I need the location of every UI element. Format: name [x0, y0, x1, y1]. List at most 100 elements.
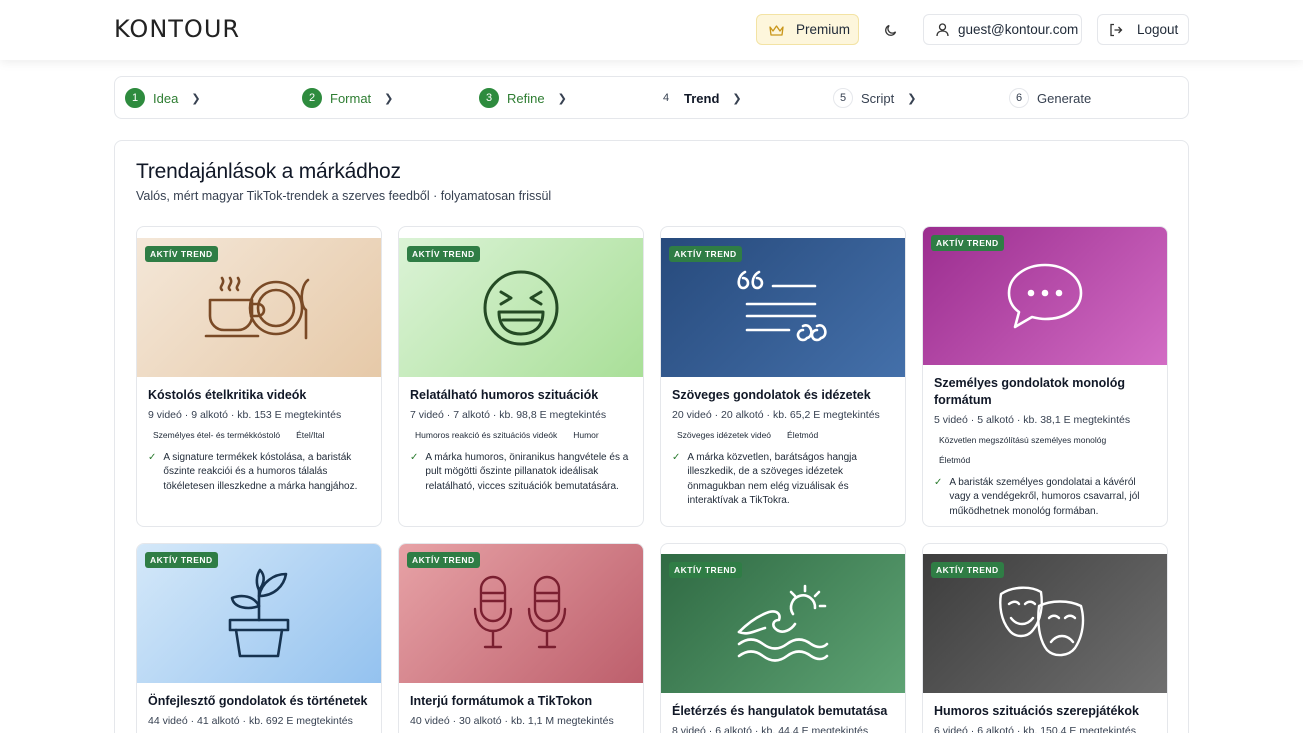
trend-tag: Életmód — [782, 427, 824, 443]
trend-card-title: Humoros szituációs szerepjátékok — [934, 704, 1139, 718]
trend-card-meta: 44 videó · 41 alkotó · kb. 692 E megteki… — [148, 715, 353, 727]
trend-tag: Humoros reakció és szituációs videók — [410, 427, 563, 443]
theater-masks-icon — [999, 586, 1085, 656]
trend-card-image: AKTÍV TREND — [661, 554, 905, 693]
logout-button[interactable]: Logout — [1097, 14, 1189, 45]
logout-icon — [1110, 23, 1123, 36]
step-number: 5 — [833, 88, 853, 108]
active-trend-badge: AKTÍV TREND — [669, 246, 742, 262]
laughing-face-icon — [483, 270, 559, 345]
trend-card-image: AKTÍV TREND — [661, 238, 905, 377]
trend-card[interactable]: AKTÍV TREND Önfejlesztő gondolatok és tö… — [136, 543, 382, 733]
trend-card[interactable]: AKTÍV TREND Humoros szituációs szerepját… — [922, 543, 1168, 733]
step-label: Generate — [1037, 90, 1092, 106]
step-trend[interactable]: 4 Trend ❯ — [656, 87, 742, 109]
step-number: 1 — [125, 88, 145, 108]
trend-card-title: Kóstolós ételkritika videók — [148, 388, 307, 402]
trend-card-description: ✓ A signature termékek kóstolása, a bari… — [148, 451, 370, 494]
trend-card-tags: Személyes étel- és termékkóstoló Étel/It… — [148, 427, 370, 443]
chevron-right-icon: ❯ — [907, 92, 917, 105]
kontour-logo[interactable]: KONTOUR — [114, 15, 240, 43]
trend-card-meta: 20 videó · 20 alkotó · kb. 65,2 E megtek… — [672, 409, 880, 421]
trend-card-image: AKTÍV TREND — [923, 227, 1167, 365]
trend-card-tags: Humoros reakció és szituációs videók Hum… — [410, 427, 632, 443]
trend-card-meta: 8 videó · 6 alkotó · kb. 44,4 E megtekin… — [672, 725, 869, 733]
active-trend-badge: AKTÍV TREND — [931, 562, 1004, 578]
premium-label: Premium — [796, 22, 851, 37]
active-trend-badge: AKTÍV TREND — [145, 552, 218, 568]
step-script[interactable]: 5 Script ❯ — [833, 87, 916, 109]
step-label: Script — [861, 90, 895, 106]
trend-tag: Személyes étel- és termékkóstoló — [148, 427, 286, 443]
trend-card-title: Interjú formátumok a TikTokon — [410, 694, 593, 708]
step-label: Refine — [507, 90, 545, 106]
trend-card[interactable]: AKTÍV TREND Kóstolós ételkritika videók … — [136, 226, 382, 527]
check-icon: ✓ — [672, 452, 681, 463]
trend-card-meta: 7 videó · 7 alkotó · kb. 98,8 E megtekin… — [410, 409, 607, 421]
trend-card[interactable]: AKTÍV TREND Relatálható humoros szituáci… — [398, 226, 644, 527]
trend-card-description-text: A signature termékek kóstolása, a barist… — [163, 452, 358, 492]
step-idea[interactable]: 1 Idea ❯ — [125, 87, 201, 109]
chevron-right-icon: ❯ — [557, 92, 567, 105]
step-number: 4 — [656, 88, 676, 108]
active-trend-badge: AKTÍV TREND — [407, 552, 480, 568]
step-number: 6 — [1009, 88, 1029, 108]
trend-tag: Közvetlen megszólítású személyes monológ — [934, 432, 1112, 448]
step-label: Idea — [153, 90, 179, 106]
chevron-right-icon: ❯ — [191, 92, 201, 105]
trend-card[interactable]: AKTÍV TREND Interjú formátumok a TikToko… — [398, 543, 644, 733]
trend-card-title: Életérzés és hangulatok bemutatása — [672, 704, 888, 718]
trend-tag: Életmód — [934, 452, 976, 468]
quote-icon — [737, 270, 827, 341]
user-account-button[interactable]: guest@kontour.com — [923, 14, 1082, 45]
step-number: 3 — [479, 88, 499, 108]
trend-card-image: AKTÍV TREND — [399, 238, 643, 377]
trend-card-image: AKTÍV TREND — [137, 238, 381, 377]
trend-card-description-text: A márka humoros, öniranikus hangvétele é… — [425, 452, 629, 492]
trend-card-description: ✓ A baristák személyes gondolatai a kávé… — [934, 476, 1156, 519]
step-label: Format — [330, 90, 372, 106]
user-icon — [936, 22, 949, 36]
trend-card[interactable]: AKTÍV TREND Személyes gondolatok monológ… — [922, 226, 1168, 527]
logout-label: Logout — [1137, 22, 1179, 37]
trend-card[interactable]: AKTÍV TREND Életérzés és hangulatok bemu… — [660, 543, 906, 733]
chevron-right-icon: ❯ — [384, 92, 394, 105]
trend-card-title: Szöveges gondolatok és idézetek — [672, 388, 871, 402]
trend-card-meta: 5 videó · 5 alkotó · kb. 38,1 E megtekin… — [934, 414, 1131, 426]
active-trend-badge: AKTÍV TREND — [407, 246, 480, 262]
trend-tag: Humor — [568, 427, 604, 443]
check-icon: ✓ — [934, 477, 943, 488]
trend-card-image: AKTÍV TREND — [923, 554, 1167, 693]
step-refine[interactable]: 3 Refine ❯ — [479, 87, 567, 109]
page-title: Trendajánlások a márkádhoz — [136, 160, 401, 183]
trend-card-title: Relatálható humoros szituációk — [410, 388, 599, 402]
active-trend-badge: AKTÍV TREND — [669, 562, 742, 578]
trend-card[interactable]: AKTÍV TREND Szöveges gondolatok és idéze… — [660, 226, 906, 527]
trend-card-description: ✓ A márka humoros, öniranikus hangvétele… — [410, 451, 632, 494]
potted-plant-icon — [228, 568, 290, 657]
trend-card-tags: Szöveges idézetek videó Életmód — [672, 427, 894, 443]
trend-card-title: Önfejlesztő gondolatok és történetek — [148, 694, 368, 708]
page-subtitle: Valós, mért magyar TikTok-trendek a szer… — [136, 189, 552, 203]
trend-tag: Étel/Ital — [291, 427, 330, 443]
step-number: 2 — [302, 88, 322, 108]
user-email: guest@kontour.com — [958, 22, 1079, 37]
chevron-right-icon: ❯ — [732, 92, 742, 105]
check-icon: ✓ — [148, 452, 157, 463]
crown-icon — [769, 24, 784, 36]
premium-button[interactable]: Premium — [756, 14, 859, 45]
trend-card-title: Személyes gondolatok monológ formátum — [934, 376, 1125, 407]
trend-card-meta: 9 videó · 9 alkotó · kb. 153 E megtekint… — [148, 409, 342, 421]
trend-card-description-text: A baristák személyes gondolatai a kávéró… — [949, 477, 1140, 517]
microphones-icon — [473, 575, 567, 648]
trend-card-meta: 6 videó · 6 alkotó · kb. 150,4 E megteki… — [934, 725, 1136, 733]
step-label: Trend — [684, 90, 720, 106]
step-format[interactable]: 2 Format ❯ — [302, 87, 393, 109]
workflow-stepper: 1 Idea ❯ 2 Format ❯ 3 Refine ❯ 4 Trend ❯… — [114, 76, 1189, 119]
theme-toggle-button[interactable] — [876, 14, 906, 45]
step-generate[interactable]: 6 Generate — [1009, 87, 1091, 109]
trend-card-image: AKTÍV TREND — [137, 544, 381, 683]
speech-bubble-icon — [1007, 263, 1083, 329]
active-trend-badge: AKTÍV TREND — [931, 235, 1004, 251]
coffee-plate-icon — [204, 276, 310, 339]
